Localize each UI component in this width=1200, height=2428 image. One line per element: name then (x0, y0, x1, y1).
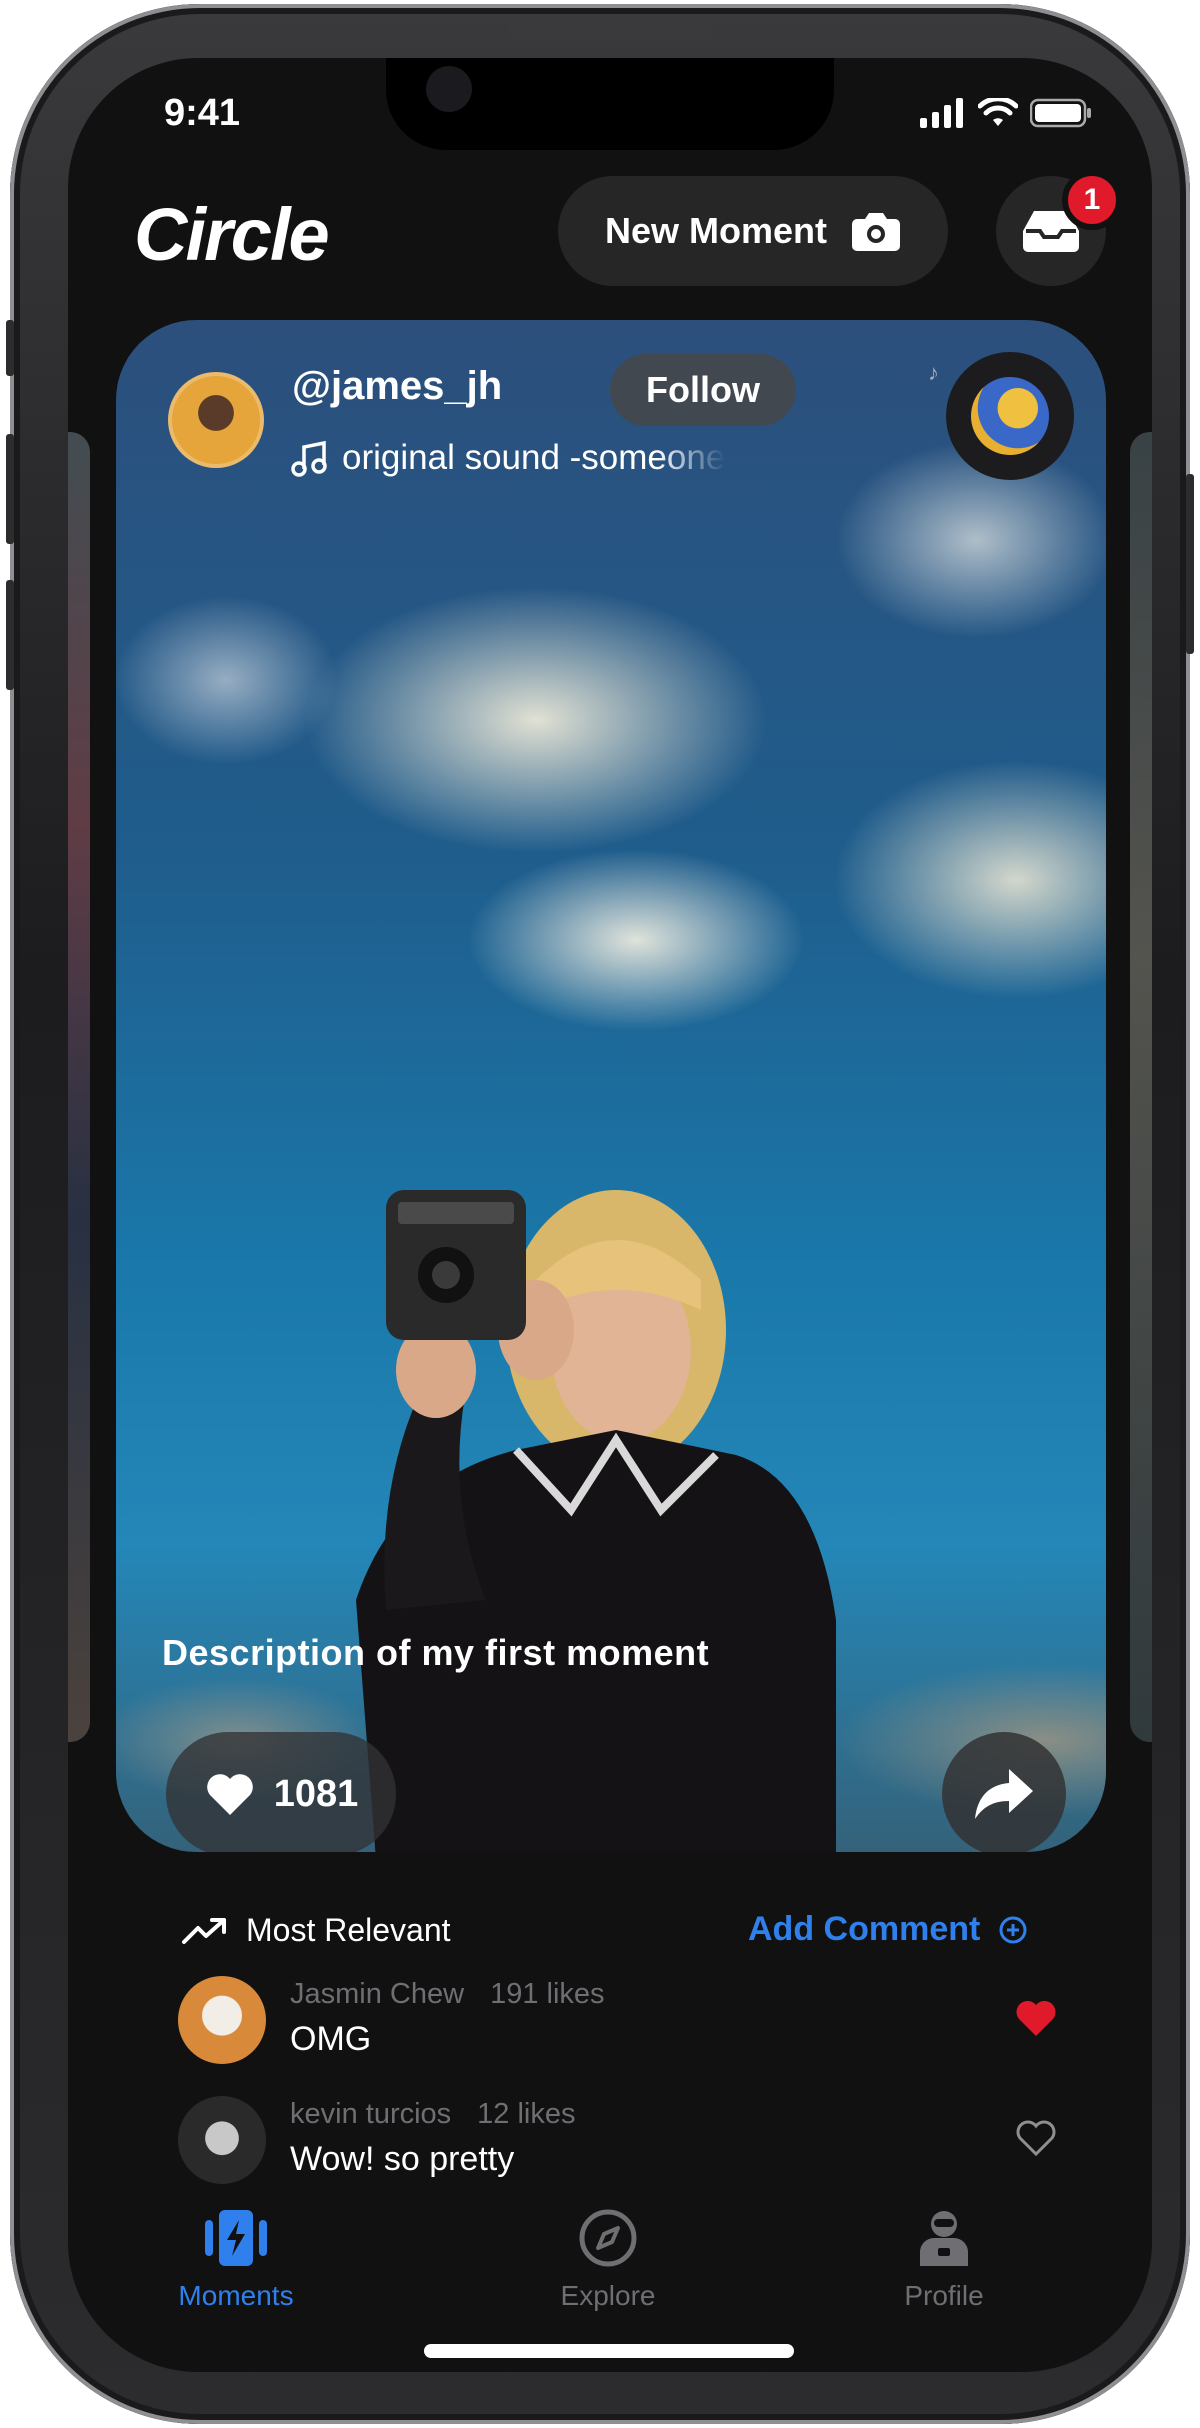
next-moment-peek[interactable] (1130, 432, 1152, 1742)
home-indicator[interactable] (424, 2344, 794, 2358)
share-arrow-icon (975, 1769, 1033, 1819)
app-screen: 9:41 Circle New Moment 1 @james_jh Follo… (68, 58, 1152, 2372)
tab-moments-label: Moments (178, 2280, 294, 2311)
dynamic-island (386, 58, 834, 150)
status-icons (920, 98, 1092, 128)
comment-avatar[interactable] (178, 1976, 266, 2064)
tab-profile-label: Profile (904, 2280, 984, 2311)
tab-explore-label: Explore (560, 2280, 656, 2311)
comment-text: OMG (290, 2020, 372, 2058)
sound-disc-button[interactable] (946, 352, 1074, 480)
moment-photo-subject (356, 1190, 836, 1852)
device-volume-up-button (6, 434, 14, 544)
wifi-icon (978, 98, 1018, 126)
sound-album-art (971, 377, 1049, 455)
music-note-icon (291, 440, 327, 477)
heart-icon (206, 1774, 253, 1815)
share-button[interactable] (942, 1732, 1066, 1852)
comment-text: Wow! so pretty (290, 2140, 515, 2178)
comment-meta: kevin turcios 12 likes (290, 2098, 576, 2131)
tab-bar: Moments Explore Profile (68, 2208, 1152, 2328)
cellular-signal-icon (920, 98, 963, 128)
comment-meta: Jasmin Chew 191 likes (290, 1978, 605, 2011)
new-moment-button[interactable]: New Moment (558, 176, 948, 286)
device-volume-down-button (6, 580, 14, 690)
moment-description: Description of my first moment (162, 1632, 710, 1673)
tab-explore[interactable]: Explore (508, 2208, 708, 2312)
status-time: 9:41 (164, 92, 241, 134)
like-count: 1081 (273, 1772, 359, 1815)
battery-icon (1030, 98, 1091, 128)
plus-circle-icon (999, 1916, 1027, 1943)
inbox-badge: 1 (1062, 170, 1122, 230)
profile-icon (920, 2211, 968, 2266)
camera-icon (852, 213, 900, 251)
poster-avatar[interactable] (168, 372, 264, 468)
app-logo: Circle (134, 193, 330, 276)
poster-username[interactable]: @james_jh (292, 364, 502, 409)
front-camera (426, 66, 472, 112)
compass-icon (579, 2209, 637, 2267)
comment-sort-label: Most Relevant (246, 1912, 451, 1948)
comment-avatar[interactable] (178, 2096, 266, 2184)
add-comment-button[interactable]: Add Comment (748, 1910, 1028, 1949)
tab-moments[interactable]: Moments (136, 2208, 336, 2312)
floating-note-icon: ♪ (928, 360, 939, 385)
like-button[interactable]: 1081 (166, 1732, 396, 1852)
comment-item[interactable]: Jasmin Chew 191 likes OMG (178, 1976, 1058, 2066)
comment-item[interactable]: kevin turcios 12 likes Wow! so pretty (178, 2096, 1058, 2186)
device-action-button (6, 320, 14, 376)
sound-label: original sound -someone (342, 438, 726, 477)
moment-card[interactable]: @james_jh Follow original sound -someone… (116, 320, 1106, 1852)
comment-heart-outline-icon[interactable] (1014, 2118, 1058, 2158)
moments-icon (205, 2210, 267, 2266)
add-comment-label: Add Comment (748, 1910, 981, 1948)
earpiece-speaker (508, 23, 714, 39)
comment-author: kevin turcios (290, 2098, 452, 2130)
trending-up-icon (182, 1917, 226, 1944)
sound-info[interactable]: original sound -someone (290, 438, 740, 478)
comment-author: Jasmin Chew (290, 1978, 465, 2010)
follow-button[interactable]: Follow (610, 354, 796, 426)
previous-moment-peek[interactable] (68, 432, 90, 1742)
device-frame: 9:41 Circle New Moment 1 @james_jh Follo… (6, 4, 1194, 2424)
tab-profile[interactable]: Profile (844, 2208, 1044, 2312)
device-power-button (1186, 474, 1194, 654)
comment-likes: 12 likes (477, 2098, 576, 2130)
comment-heart-filled-icon[interactable] (1014, 1998, 1058, 2038)
comment-sort-button[interactable]: Most Relevant (182, 1912, 451, 1949)
new-moment-label: New Moment (604, 210, 827, 251)
comment-likes: 191 likes (490, 1978, 605, 2010)
